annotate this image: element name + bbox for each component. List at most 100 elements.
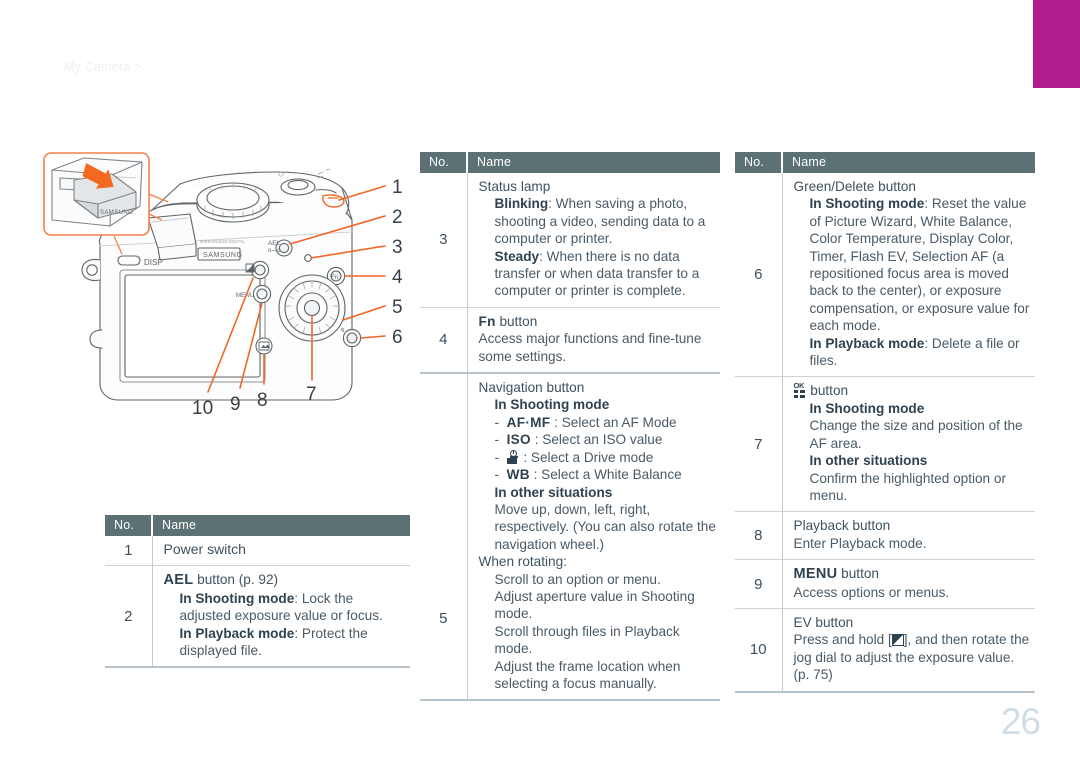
page-number: 26 xyxy=(1000,701,1041,742)
row-title: Green/Delete button xyxy=(793,179,916,194)
row-content: Green/Delete button In Shooting mode: Re… xyxy=(782,173,1035,377)
row-content: AEL button (p. 92) In Shooting mode: Loc… xyxy=(152,566,410,668)
row-title: MENU button xyxy=(793,566,879,583)
bullet-wb: - WB : Select a White Balance xyxy=(494,467,682,483)
group-heading: In other situations xyxy=(809,453,928,469)
group-text: Change the size and position of the AF a… xyxy=(809,418,1023,451)
col-name: Name xyxy=(782,152,1035,173)
group-item: Adjust the frame location when selecting… xyxy=(494,658,681,691)
row-title: Navigation button xyxy=(478,380,585,396)
row-title: AEL button (p. 92) xyxy=(163,572,279,589)
manual-page: My Camera > DISP SAMSUNG MIRRORLESS DIGI… xyxy=(0,0,1080,765)
svg-text:SAMSUNG: SAMSUNG xyxy=(100,210,133,216)
row-number: 4 xyxy=(420,307,468,374)
row-content: Playback button Enter Playback mode. xyxy=(782,512,1035,560)
svg-text:9: 9 xyxy=(230,394,241,415)
row-number: 10 xyxy=(735,608,783,692)
row-detail: Blinking: When saving a photo, shooting … xyxy=(494,196,706,247)
group-heading: In Shooting mode xyxy=(494,397,610,413)
table-row: 6 Green/Delete button In Shooting mode: … xyxy=(735,173,1035,377)
svg-text:1: 1 xyxy=(392,177,403,198)
row-detail: In Playback mode: Protect the displayed … xyxy=(179,625,368,659)
svg-text:o—o: o—o xyxy=(268,248,281,254)
row-title: OK button xyxy=(793,381,849,399)
row-detail: Steady: When there is no data transfer o… xyxy=(494,248,700,299)
table-row: 1 Power switch xyxy=(105,536,410,566)
row-title: Power switch xyxy=(163,541,246,557)
bullet-af-mf: - AF·MF : Select an AF Mode xyxy=(494,414,677,430)
camera-illustration: DISP SAMSUNG MIRRORLESS DIGITAL AEL o—o … xyxy=(40,148,440,438)
row-detail: Press and hold [], and then rotate the j… xyxy=(793,632,1030,683)
table-row: 9 MENU button Access options or menus. xyxy=(735,559,1035,609)
row-number: 9 xyxy=(735,559,783,609)
svg-text:8: 8 xyxy=(257,390,268,411)
row-detail: Access major functions and fine-tune som… xyxy=(478,331,702,364)
bullet-drive: - : Select a Drive mode xyxy=(494,449,654,465)
row-content: EV button Press and hold [], and then ro… xyxy=(782,608,1035,691)
row-detail: In Shooting mode: Reset the value of Pic… xyxy=(809,196,1030,334)
row-content: Status lamp Blinking: When saving a phot… xyxy=(467,173,720,307)
group-item: Scroll through files in Playback mode. xyxy=(494,623,680,657)
group-text: Confirm the highlighted option or menu. xyxy=(809,470,1006,503)
table-row: 8 Playback button Enter Playback mode. xyxy=(735,511,1035,560)
row-content: OK button In Shooting mode Change the si… xyxy=(782,377,1035,512)
group-item: Adjust aperture value in Shooting mode. xyxy=(494,588,695,622)
svg-text:Fn: Fn xyxy=(331,275,338,281)
svg-text:2: 2 xyxy=(392,207,403,228)
group-text: Move up, down, left, right, respectively… xyxy=(494,501,716,552)
breadcrumb: My Camera > xyxy=(64,60,142,74)
svg-text:5: 5 xyxy=(392,297,403,318)
row-number: 6 xyxy=(735,173,783,377)
row-title: EV button xyxy=(793,614,854,630)
svg-text:6: 6 xyxy=(392,327,403,348)
row-detail: In Playback mode: Delete a file or files… xyxy=(809,335,1020,369)
table-row: 5 Navigation button In Shooting mode - A… xyxy=(420,373,720,701)
row-content: Fn button Access major functions and fin… xyxy=(467,307,720,373)
right-table: No. Name 6 Green/Delete button In Shooti… xyxy=(735,152,1035,693)
ok-button-icon: OK xyxy=(793,382,807,399)
table-row: 4 Fn button Access major functions and f… xyxy=(420,307,720,374)
table-row: 10 EV button Press and hold [], and then… xyxy=(735,608,1035,692)
table-row: 3 Status lamp Blinking: When saving a ph… xyxy=(420,173,720,308)
svg-text:MIRRORLESS DIGITAL: MIRRORLESS DIGITAL xyxy=(200,239,246,244)
table-header-row: No. Name xyxy=(735,152,1035,173)
group-heading: In other situations xyxy=(494,484,613,500)
row-title: Status lamp xyxy=(478,179,551,194)
row-detail: Enter Playback mode. xyxy=(793,535,927,551)
accent-tab-bar xyxy=(1033,0,1080,88)
middle-table: No. Name 3 Status lamp Blinking: When sa… xyxy=(420,152,720,701)
row-content: MENU button Access options or menus. xyxy=(782,560,1035,609)
col-no: No. xyxy=(105,515,153,536)
svg-text:AEL: AEL xyxy=(268,240,281,247)
row-content: Navigation button In Shooting mode - AF·… xyxy=(467,373,720,700)
row-number: 8 xyxy=(735,511,783,560)
ev-icon xyxy=(891,634,904,647)
col-name: Name xyxy=(467,152,720,173)
row-number: 1 xyxy=(105,536,153,566)
svg-text:3: 3 xyxy=(392,237,403,258)
bottom-left-table: No. Name 1 Power switch 2 AEL button (p.… xyxy=(105,515,410,668)
row-number: 5 xyxy=(420,373,468,701)
col-no: No. xyxy=(420,152,468,173)
row-number: 7 xyxy=(735,376,783,512)
drive-mode-icon xyxy=(506,449,520,465)
row-title: Fn button xyxy=(478,313,538,329)
group-heading: In Shooting mode xyxy=(809,400,925,416)
svg-text:7: 7 xyxy=(306,384,317,405)
svg-text:4: 4 xyxy=(392,267,403,288)
svg-text:↯: ↯ xyxy=(340,327,345,334)
svg-text:DISP: DISP xyxy=(144,258,163,267)
row-number: 2 xyxy=(105,565,153,668)
table-header-row: No. Name xyxy=(105,515,410,536)
bullet-iso: - ISO : Select an ISO value xyxy=(494,432,663,448)
row-title: Playback button xyxy=(793,518,891,534)
table-row: 2 AEL button (p. 92) In Shooting mode: L… xyxy=(105,565,410,668)
group-item: Scroll to an option or menu. xyxy=(494,571,661,587)
row-content: Power switch xyxy=(152,536,410,566)
svg-text:10: 10 xyxy=(192,398,213,419)
row-detail: Access options or menus. xyxy=(793,584,950,600)
group-heading-plain: When rotating: xyxy=(478,554,567,570)
table-header-row: No. Name xyxy=(420,152,720,173)
row-number: 3 xyxy=(420,173,468,308)
col-no: No. xyxy=(735,152,783,173)
